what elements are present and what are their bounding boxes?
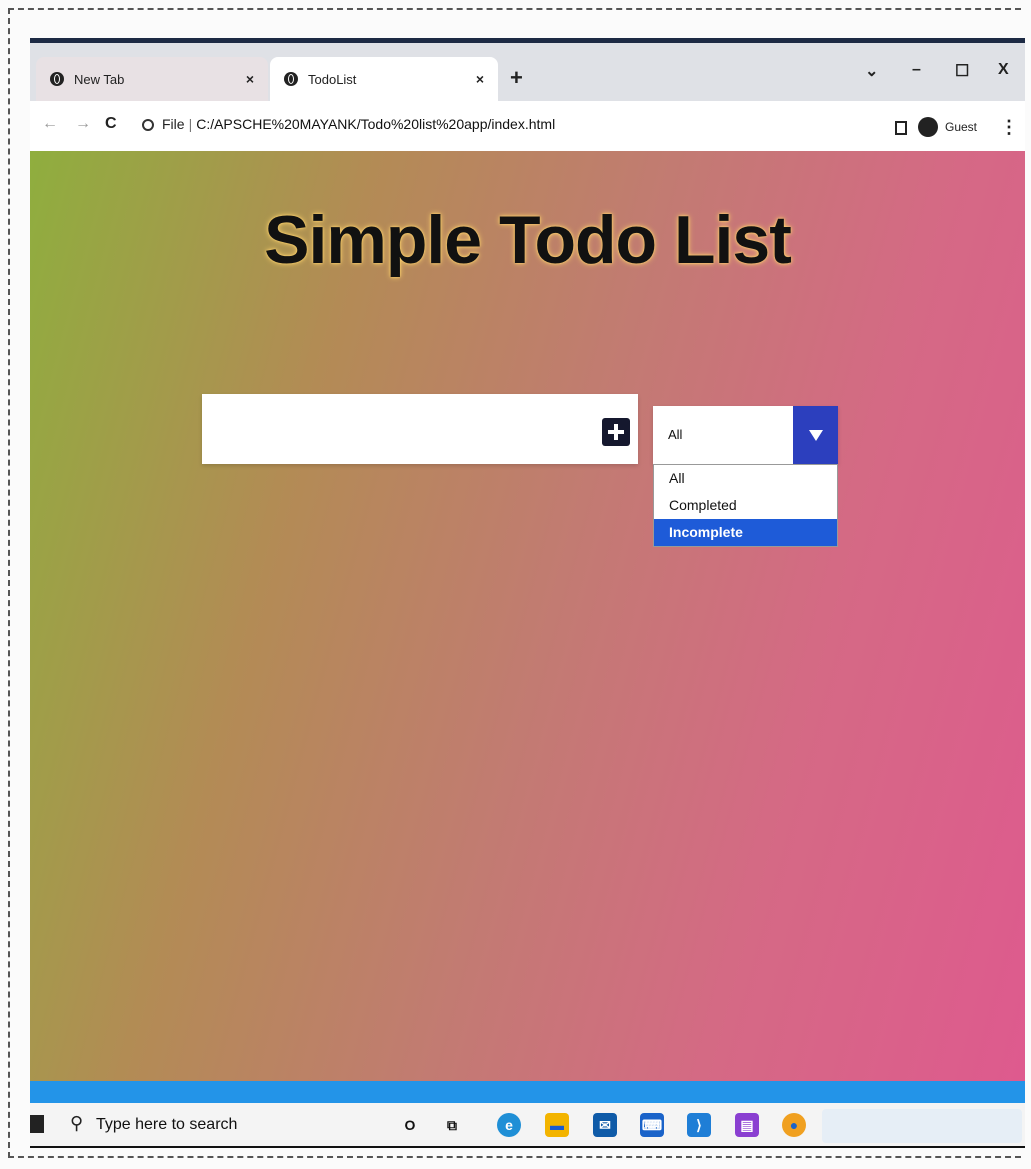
menu-icon[interactable]: ⋮ — [1000, 117, 1018, 138]
screenshot: New Tab × TodoList × + ⌄ – ☐ X ← → C Fil… — [30, 38, 1025, 1148]
filter-option-completed[interactable]: Completed — [654, 492, 837, 519]
page-content: Simple Todo List All All Completed Incom… — [30, 151, 1025, 1081]
caret-down-icon — [808, 429, 823, 441]
side-panel-icon[interactable] — [895, 121, 907, 135]
taskbar: ⚲ Type here to search O ⧉ e ▬ ✉ ⌨ ⟩ ▤ ● — [30, 1103, 1025, 1148]
page-title: Simple Todo List — [264, 202, 792, 278]
close-tab-icon[interactable]: × — [476, 71, 484, 87]
filter-option-all[interactable]: All — [654, 465, 837, 492]
forward-icon[interactable]: → — [75, 115, 91, 133]
maximize-button[interactable]: ☐ — [955, 61, 969, 81]
info-icon[interactable] — [142, 119, 154, 131]
reload-icon[interactable]: C — [105, 115, 117, 133]
tab-label: TodoList — [308, 71, 357, 87]
url-text: C:/APSCHE%20MAYANK/Todo%20list%20app/ind… — [196, 116, 556, 132]
tab-search-icon[interactable]: ⌄ — [865, 61, 878, 81]
app-icon[interactable]: ▤ — [735, 1113, 759, 1137]
tab-strip: New Tab × TodoList × + ⌄ – ☐ X — [30, 43, 1025, 101]
filter-selected-value: All — [668, 427, 683, 442]
filter-select[interactable]: All — [653, 406, 838, 464]
windows-start-icon[interactable] — [30, 1115, 44, 1133]
back-icon[interactable]: ← — [42, 115, 58, 133]
address-bar: ← → C File | C:/APSCHE%20MAYANK/Todo%20lis… — [30, 101, 1025, 151]
tab-todolist[interactable]: TodoList × — [270, 57, 498, 101]
system-tray — [822, 1109, 1022, 1143]
tab-new-tab[interactable]: New Tab × — [36, 57, 268, 101]
todo-input[interactable] — [202, 394, 592, 464]
bottom-border — [30, 1146, 1025, 1148]
todo-form — [202, 394, 638, 464]
file-label: File — [162, 116, 185, 132]
filter-option-incomplete[interactable]: Incomplete — [654, 519, 837, 546]
profile-icon[interactable] — [918, 117, 938, 137]
close-tab-icon[interactable]: × — [246, 71, 254, 87]
add-todo-button[interactable] — [602, 418, 630, 446]
file-explorer-icon[interactable]: ▬ — [545, 1113, 569, 1137]
edge-icon[interactable]: e — [497, 1113, 521, 1137]
filter-dropdown-button[interactable] — [793, 406, 838, 464]
feedback-icon[interactable]: ⌨ — [640, 1113, 664, 1137]
search-icon[interactable]: ⚲ — [70, 1113, 83, 1134]
tab-label: New Tab — [74, 71, 125, 87]
opera-icon[interactable]: O — [398, 1113, 422, 1137]
profile-label[interactable]: Guest — [945, 120, 977, 134]
url-field[interactable]: File | C:/APSCHE%20MAYANK/Todo%20list%20ap… — [162, 116, 555, 132]
taskbar-stripe — [30, 1081, 1025, 1103]
taskbar-search-input[interactable]: Type here to search — [96, 1116, 237, 1134]
new-tab-button[interactable]: + — [510, 65, 523, 91]
vscode-icon[interactable]: ⟩ — [687, 1113, 711, 1137]
globe-icon — [284, 72, 298, 86]
plus-icon — [608, 424, 624, 440]
mail-icon[interactable]: ✉ — [593, 1113, 617, 1137]
globe-icon — [50, 72, 64, 86]
filter-options-list: All Completed Incomplete — [653, 464, 838, 547]
url-separator: | — [188, 116, 193, 132]
close-window-button[interactable]: X — [998, 61, 1009, 79]
task-view-icon[interactable]: ⧉ — [440, 1113, 464, 1137]
chrome-icon[interactable]: ● — [782, 1113, 806, 1137]
minimize-button[interactable]: – — [912, 61, 921, 79]
